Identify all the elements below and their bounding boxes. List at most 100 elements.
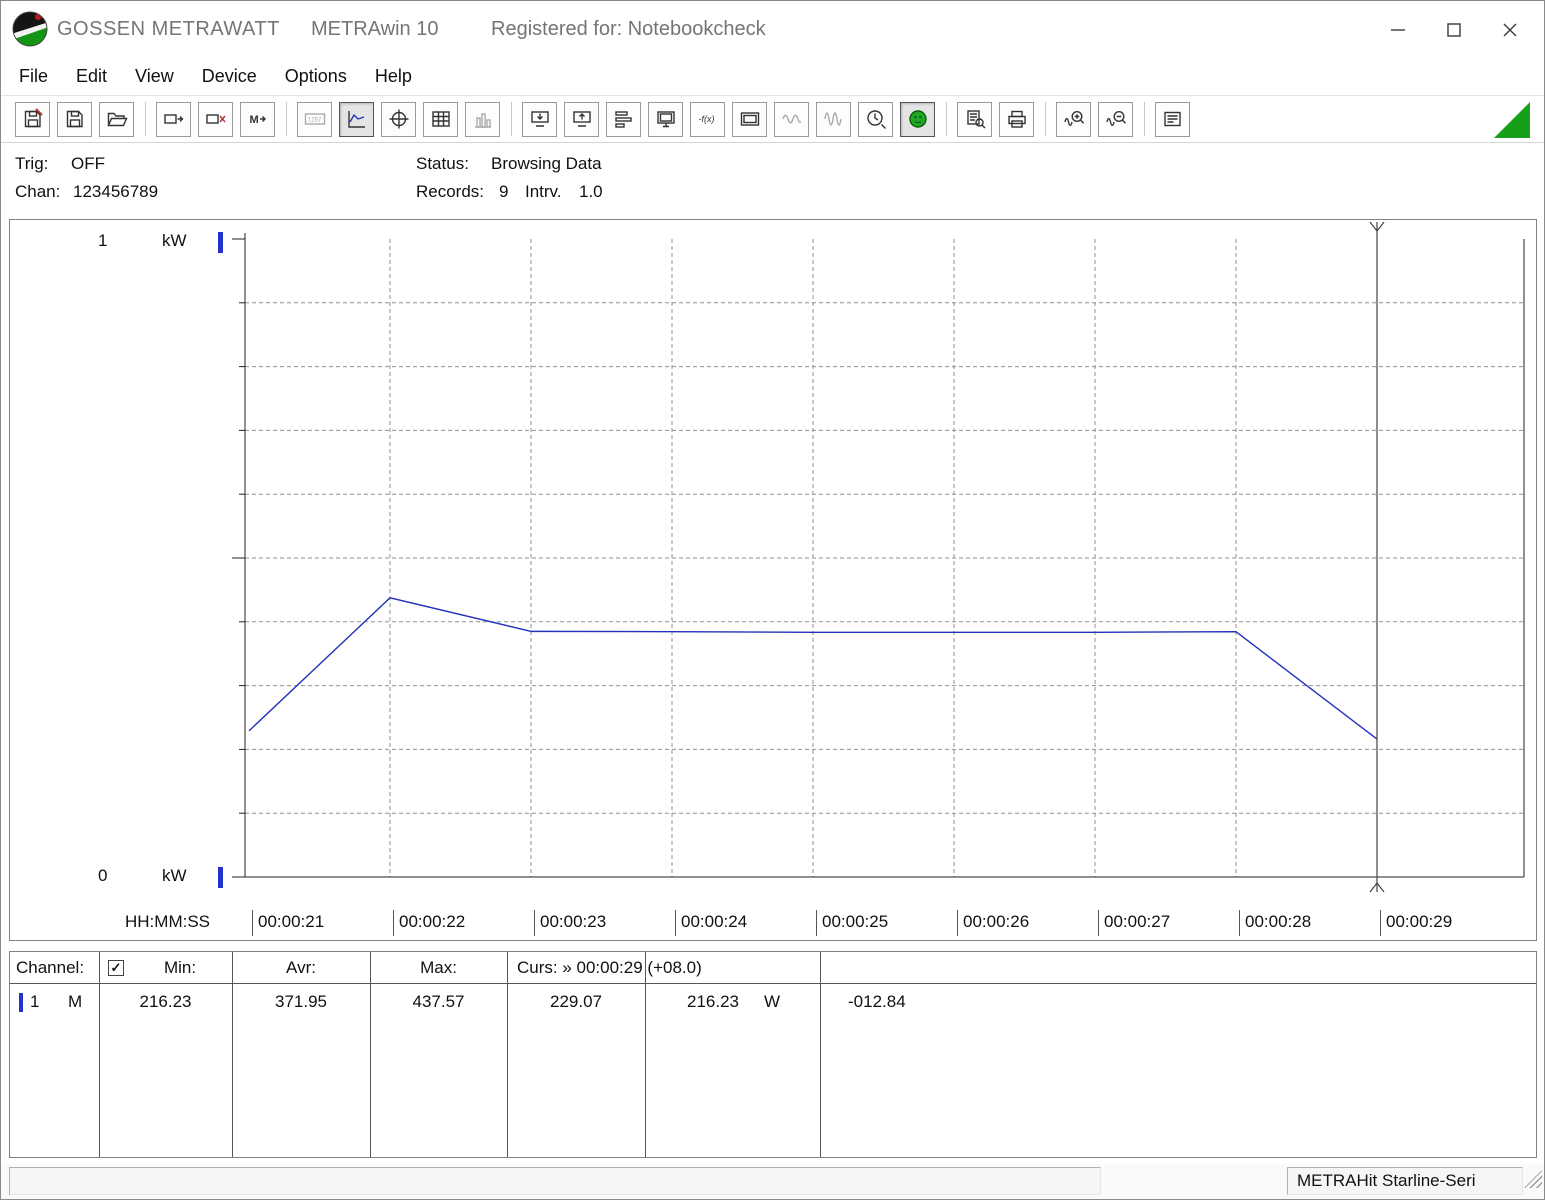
row-cursor-a-value: 229.07 [550,992,602,1011]
device-display-button[interactable] [732,101,767,137]
close-icon [1503,23,1517,36]
x-tick-label: 00:00:26 [957,910,1029,936]
gossen-metrawatt-logo-icon [12,11,48,47]
measurement-table: Channel: ✓ Min: Avr: Max: Curs: » 00:00:… [9,951,1537,1158]
menu-bar: File Edit View Device Options Help [1,58,1544,95]
formula-button[interactable]: -f(x) [690,101,725,137]
download-monitor-icon [530,111,549,127]
resize-grip[interactable] [1524,1170,1542,1188]
menu-options[interactable]: Options [271,66,361,87]
print-button[interactable] [999,101,1034,137]
maximize-icon [1447,22,1461,37]
brand-name: GOSSEN METRAWATT [57,18,280,40]
timeline-bars-icon [614,111,632,128]
print-preview-button[interactable] [957,101,992,137]
waveform-large-button[interactable] [816,101,851,137]
trend-chart-panel[interactable]: 1 kW 0 kW HH:MM:SS 00:00:21 00:00:22 00:00… [9,219,1537,941]
waveform-large-icon [823,112,842,126]
maximize-button[interactable] [1426,1,1482,58]
menu-help[interactable]: Help [361,66,426,87]
statusbar-device-panel: METRAHit Starline-Seri [1287,1167,1523,1195]
y-axis-bottom-unit: kW [162,866,187,885]
minimize-button[interactable] [1370,1,1426,58]
trend-chart-icon [347,111,365,128]
header-cursor: Curs: » 00:00:29 (+08.0) [517,958,702,977]
header-min: Min: [163,958,197,977]
toolbar-separator [1144,102,1145,136]
acquisition-status-panel: Trig: OFF Chan: 123456789 Status: Browsi… [1,144,1544,219]
toolbar-separator [946,102,947,136]
app-title: METRAwin 10 [311,18,439,40]
crosshair-scope-icon [389,109,408,129]
status-bar: METRAHit Starline-Seri [1,1164,1544,1199]
interval-clock-icon [866,110,886,129]
download-button[interactable] [522,101,557,137]
save-icon [66,110,83,128]
clear-device-button[interactable] [198,101,233,137]
menu-device[interactable]: Device [188,66,271,87]
scope-view-button[interactable] [381,101,416,137]
y-axis-top-unit: kW [162,231,187,250]
waveform-small-button[interactable] [774,101,809,137]
trend-chart-plot[interactable] [10,220,1538,942]
memory-read-button[interactable]: M [240,101,275,137]
bargraph-icon [474,113,491,128]
monitor-button[interactable] [648,101,683,137]
save-button[interactable] [57,101,92,137]
channel-color-marker [19,993,23,1012]
minimize-icon [1391,28,1405,31]
device-display-icon [740,112,759,126]
svg-text:-f(x): -f(x) [698,114,714,124]
menu-file[interactable]: File [5,66,62,87]
row-channel-number: 1 [30,992,40,1011]
row-cursor-b-unit: W [764,992,781,1011]
row-delta-value: -012.84 [848,992,906,1011]
save-annotate-button[interactable] [15,101,50,137]
toolbar-separator [145,102,146,136]
device-online-gremlin-icon [908,110,927,128]
x-tick-label: 00:00:29 [1380,910,1452,936]
trig-value: OFF [71,154,105,173]
trend-view-button[interactable] [339,101,374,137]
row-max-value: 437.57 [412,992,465,1011]
row-cursor-b-value: 216.23 [687,992,739,1011]
schedule-button[interactable] [606,101,641,137]
zoom-out-wave-button[interactable] [1098,101,1133,137]
header-divider [10,983,1536,984]
annotation-note-icon [1163,111,1181,127]
green-corner-triangle-icon[interactable] [1494,102,1530,138]
upload-button[interactable] [564,101,599,137]
menu-view[interactable]: View [121,66,188,87]
device-online-button[interactable] [900,101,935,137]
row-min-value: 216.23 [139,992,192,1011]
save-annotate-icon [24,108,43,128]
header-avr: Avr: [286,958,316,977]
toolbar-separator [1045,102,1046,136]
formula-fx-icon: -f(x) [698,114,714,124]
channel-marker-bottom [218,867,223,888]
multimeter-display-button[interactable]: 1257 [297,101,332,137]
menu-edit[interactable]: Edit [62,66,121,87]
x-tick-label: 00:00:25 [816,910,888,936]
statusbar-message-panel [9,1167,1101,1195]
x-tick-label: 00:00:27 [1098,910,1170,936]
bargraph-view-button[interactable] [465,101,500,137]
channel-visible-checkbox[interactable]: ✓ [108,960,124,976]
open-button[interactable] [99,101,134,137]
zoom-in-wave-button[interactable] [1056,101,1091,137]
y-axis-bottom-value: 0 [98,866,108,885]
toolbar-separator [511,102,512,136]
annotation-button[interactable] [1155,101,1190,137]
read-device-icon [163,114,183,124]
close-button[interactable] [1482,1,1538,58]
intrv-value: 1.0 [579,182,603,201]
window-controls [1370,1,1538,58]
table-view-button[interactable] [423,101,458,137]
header-channel: Channel: [16,958,85,977]
x-tick-label: 00:00:21 [252,910,324,936]
monitor-icon [656,111,675,128]
multimeter-display-icon: 1257 [304,113,325,125]
status-label: Status: [416,154,469,173]
read-device-button[interactable] [156,101,191,137]
interval-clock-button[interactable] [858,101,893,137]
